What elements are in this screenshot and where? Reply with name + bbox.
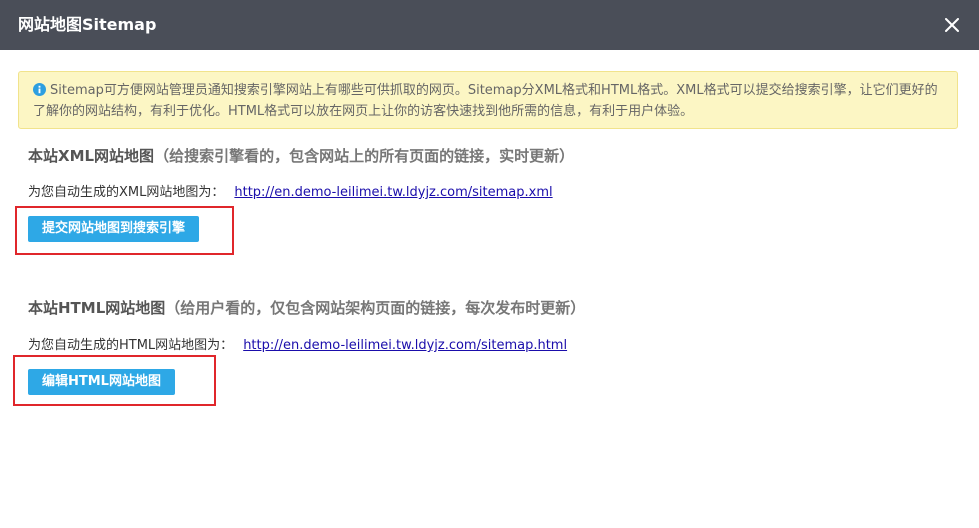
html-heading-title: 本站HTML网站地图 bbox=[28, 299, 166, 317]
dialog-title: 网站地图Sitemap bbox=[18, 15, 157, 34]
xml-heading-subtitle: （给搜索引擎看的，包含网站上的所有页面的链接，实时更新） bbox=[154, 147, 575, 165]
xml-sitemap-link[interactable]: http://en.demo-leilimei.tw.ldyjz.com/sit… bbox=[234, 185, 552, 200]
info-notice: Sitemap可方便网站管理员通知搜索引擎网站上有哪些可供抓取的网页。Sitem… bbox=[18, 71, 958, 129]
xml-heading-title: 本站XML网站地图 bbox=[28, 147, 155, 165]
xml-sitemap-label: 为您自动生成的XML网站地图为： bbox=[28, 185, 225, 200]
info-icon bbox=[33, 83, 46, 96]
xml-sitemap-line: 为您自动生成的XML网站地图为： http://en.demo-leilimei.… bbox=[28, 184, 553, 202]
sitemap-dialog: 网站地图Sitemap Sitemap可方便网站管理员通知搜索引擎网站上有哪些可… bbox=[0, 0, 979, 528]
html-sitemap-label: 为您自动生成的HTML网站地图为： bbox=[28, 338, 234, 353]
close-icon bbox=[945, 18, 959, 32]
html-sitemap-link[interactable]: http://en.demo-leilimei.tw.ldyjz.com/sit… bbox=[243, 338, 567, 353]
highlight-box-submit bbox=[15, 206, 234, 255]
html-sitemap-line: 为您自动生成的HTML网站地图为： http://en.demo-leilimei… bbox=[28, 337, 567, 355]
highlight-box-edit bbox=[13, 355, 216, 406]
notice-text: Sitemap可方便网站管理员通知搜索引擎网站上有哪些可供抓取的网页。Sitem… bbox=[33, 83, 938, 119]
close-button[interactable] bbox=[939, 12, 965, 38]
dialog-titlebar: 网站地图Sitemap bbox=[0, 0, 979, 50]
xml-section-heading: 本站XML网站地图（给搜索引擎看的，包含网站上的所有页面的链接，实时更新） bbox=[28, 146, 574, 166]
html-section-heading: 本站HTML网站地图（给用户看的，仅包含网站架构页面的链接，每次发布时更新） bbox=[28, 298, 585, 318]
html-heading-subtitle: （给用户看的，仅包含网站架构页面的链接，每次发布时更新） bbox=[165, 299, 586, 317]
